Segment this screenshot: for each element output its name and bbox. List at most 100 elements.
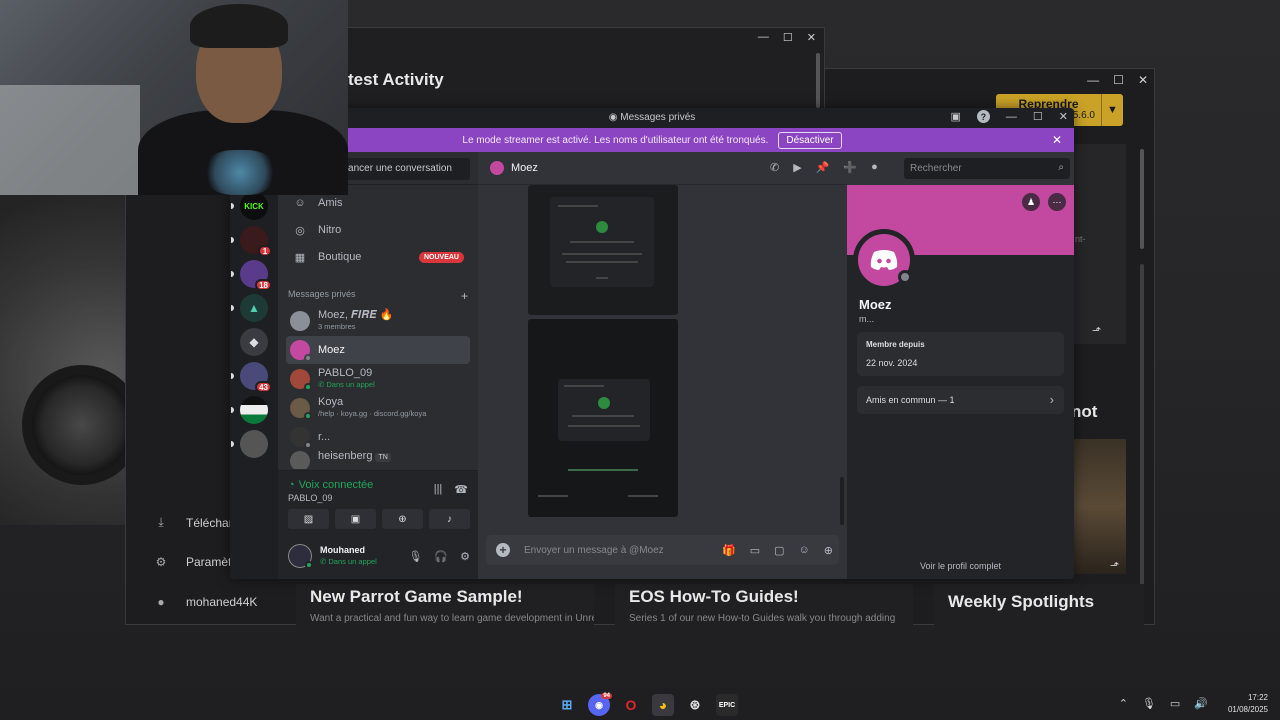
featured-image-card[interactable] (1071, 439, 1126, 574)
dm-item[interactable]: PABLO_09 ✆ Dans un appel (286, 365, 470, 393)
server-icon[interactable]: ▲ (231, 294, 268, 322)
epic-games-icon[interactable]: EPIC (716, 694, 738, 716)
nav-account[interactable]: ● mohaned44K (154, 595, 257, 609)
soundboard-button[interactable]: ♪ (429, 509, 470, 529)
scrollbar-thumb[interactable] (1140, 149, 1144, 249)
microphone-icon[interactable]: 🎙 (408, 550, 422, 563)
discord-taskbar-icon[interactable]: ◉ 94 (588, 693, 612, 716)
dropdown-caret-icon[interactable]: ▼ (1101, 94, 1123, 126)
more-options-icon[interactable]: ⋯ (1048, 193, 1066, 211)
dm-subtitle: ✆ Dans un appel (318, 379, 375, 390)
server-folder-icon[interactable]: 18 (231, 260, 272, 291)
add-attachment-icon[interactable]: + (496, 543, 510, 557)
windows-start-icon[interactable]: ⊞ (556, 694, 578, 716)
attachment-image[interactable] (528, 185, 678, 315)
maximize-button[interactable]: ☐ (783, 31, 793, 44)
nav-download[interactable]: ⤓ Télécharg (154, 515, 239, 530)
user-profile-icon[interactable]: ● (871, 161, 878, 174)
close-button[interactable]: ✕ (1059, 110, 1068, 123)
disconnect-icon[interactable]: ☎ (454, 483, 468, 496)
notification-badge: 94 (601, 693, 612, 699)
minimize-button[interactable]: — (758, 31, 769, 44)
create-dm-icon[interactable]: + (461, 289, 468, 303)
news-card[interactable]: EOS How-To Guides! Series 1 of our new H… (615, 584, 913, 626)
message-composer[interactable]: + Envoyer un message à @Moez 🎁 ▭ ▢ ☺ ⊕ (486, 535, 839, 565)
check-icon (598, 397, 610, 409)
opera-icon[interactable]: O (620, 694, 642, 716)
scrollbar-thumb[interactable] (816, 53, 820, 108)
close-button[interactable]: ✕ (807, 31, 816, 44)
close-button[interactable]: ✕ (1138, 73, 1148, 87)
chat-scrollbar[interactable] (840, 477, 844, 525)
video-call-icon[interactable]: ▶ (793, 161, 801, 174)
steam-icon[interactable]: ⊛ (684, 694, 706, 716)
system-clock[interactable]: 17:22 01/08/2025 (1228, 692, 1268, 716)
view-full-profile-link[interactable]: Voir le profil complet (847, 561, 1074, 571)
add-friend-icon[interactable]: ♟ (1022, 193, 1040, 211)
external-link-icon[interactable]: ⬏ (1110, 559, 1119, 572)
network-icon[interactable]: ▭ (1170, 697, 1180, 710)
palestine-server-icon[interactable] (231, 396, 268, 424)
nav-shop[interactable]: ▦ Boutique NOUVEAU (286, 244, 470, 270)
news-card[interactable]: New Parrot Game Sample! Want a practical… (296, 584, 594, 626)
close-icon[interactable]: ✕ (1052, 133, 1062, 147)
maximize-button[interactable]: ☐ (1033, 110, 1043, 123)
server-icon[interactable]: 1 (231, 226, 272, 257)
avatar (290, 427, 312, 449)
user-avatar[interactable] (288, 544, 313, 569)
headphones-icon[interactable]: 🎧 (434, 550, 448, 563)
server-icon[interactable]: 43 (231, 362, 272, 393)
voice-call-icon[interactable]: ✆ (770, 161, 779, 174)
server-icon[interactable] (231, 430, 268, 458)
profile-panel: ♟ ⋯ Moez m... Membre depuis 22 nov. 2024… (847, 185, 1074, 579)
dm-item[interactable]: r... (286, 423, 470, 451)
chrome-icon[interactable]: ◕ (652, 694, 674, 716)
maximize-button[interactable]: ☐ (1113, 73, 1124, 87)
nav-nitro[interactable]: ◎ Nitro (286, 217, 470, 243)
discord-logo-svg (870, 250, 898, 270)
news-card[interactable]: Weekly Spotlights (934, 584, 1144, 626)
dm-item[interactable]: heisenberg TN (286, 451, 470, 469)
server-icon[interactable]: ◆ (240, 328, 268, 356)
scrollbar-track[interactable] (1140, 264, 1144, 604)
mutual-friends-row[interactable]: Amis en commun — 1 › (857, 386, 1064, 414)
gear-icon[interactable]: ⚙ (460, 550, 470, 563)
sticker-icon[interactable]: ▢ (774, 544, 784, 557)
unread-pip (231, 271, 234, 277)
message-input-placeholder[interactable]: Envoyer un message à @Moez (524, 545, 664, 556)
inbox-icon[interactable]: ▣ (951, 110, 961, 123)
activities-icon[interactable]: ⊕ (824, 544, 833, 557)
nav-friends-label: Amis (318, 197, 343, 209)
volume-icon[interactable]: 🔊 (1194, 697, 1208, 710)
attachment-image[interactable] (528, 319, 678, 517)
search-input[interactable]: Rechercher ⌕ (904, 158, 1070, 179)
screen-share-button[interactable]: ▣ (335, 509, 376, 529)
disable-streamer-button[interactable]: Désactiver (778, 131, 842, 149)
camera-off-button[interactable]: ▨ (288, 509, 329, 529)
profile-avatar[interactable] (853, 229, 915, 291)
gift-icon[interactable]: 🎁 (722, 544, 736, 557)
chevron-up-icon[interactable]: ⌃ (1119, 697, 1128, 710)
activity-button[interactable]: ⊕ (382, 509, 423, 529)
dm-item-active[interactable]: Moez (286, 336, 470, 364)
add-friend-icon[interactable]: ➕ (843, 161, 857, 174)
microphone-icon[interactable]: 🎙 (1142, 697, 1156, 710)
dm-item[interactable]: Moez, 𝑭𝑰𝑹𝑬 🔥 3 membres (286, 307, 470, 335)
chat-recipient-name[interactable]: Moez (511, 162, 538, 174)
nav-shop-label: Boutique (318, 251, 362, 263)
gif-icon[interactable]: ▭ (750, 544, 760, 557)
dm-sidebar: r/lancer une conversation ☺ Amis ◎ Nitro ▦… (278, 152, 478, 579)
external-link-icon[interactable]: ⬏ (1092, 324, 1101, 337)
featured-card-partial[interactable]: nt- (1071, 144, 1126, 344)
noise-suppression-icon[interactable]: ||| (434, 483, 443, 496)
minimize-button[interactable]: — (1006, 111, 1017, 123)
emoji-icon[interactable]: ☺ (799, 544, 810, 557)
minimize-button[interactable]: — (1087, 73, 1099, 87)
dm-item[interactable]: Koya/help · koya.gg · discord.gg/koya (286, 394, 470, 422)
webcam-person-hat (190, 4, 288, 48)
nav-settings[interactable]: ⚙ Paramètr (154, 555, 236, 569)
pin-icon[interactable]: 📌 (816, 161, 830, 174)
user-info[interactable]: Mouhaned ✆ Dans un appel (320, 545, 377, 567)
help-icon[interactable]: ? (976, 110, 990, 123)
kick-server-icon[interactable]: KICK (231, 192, 268, 220)
